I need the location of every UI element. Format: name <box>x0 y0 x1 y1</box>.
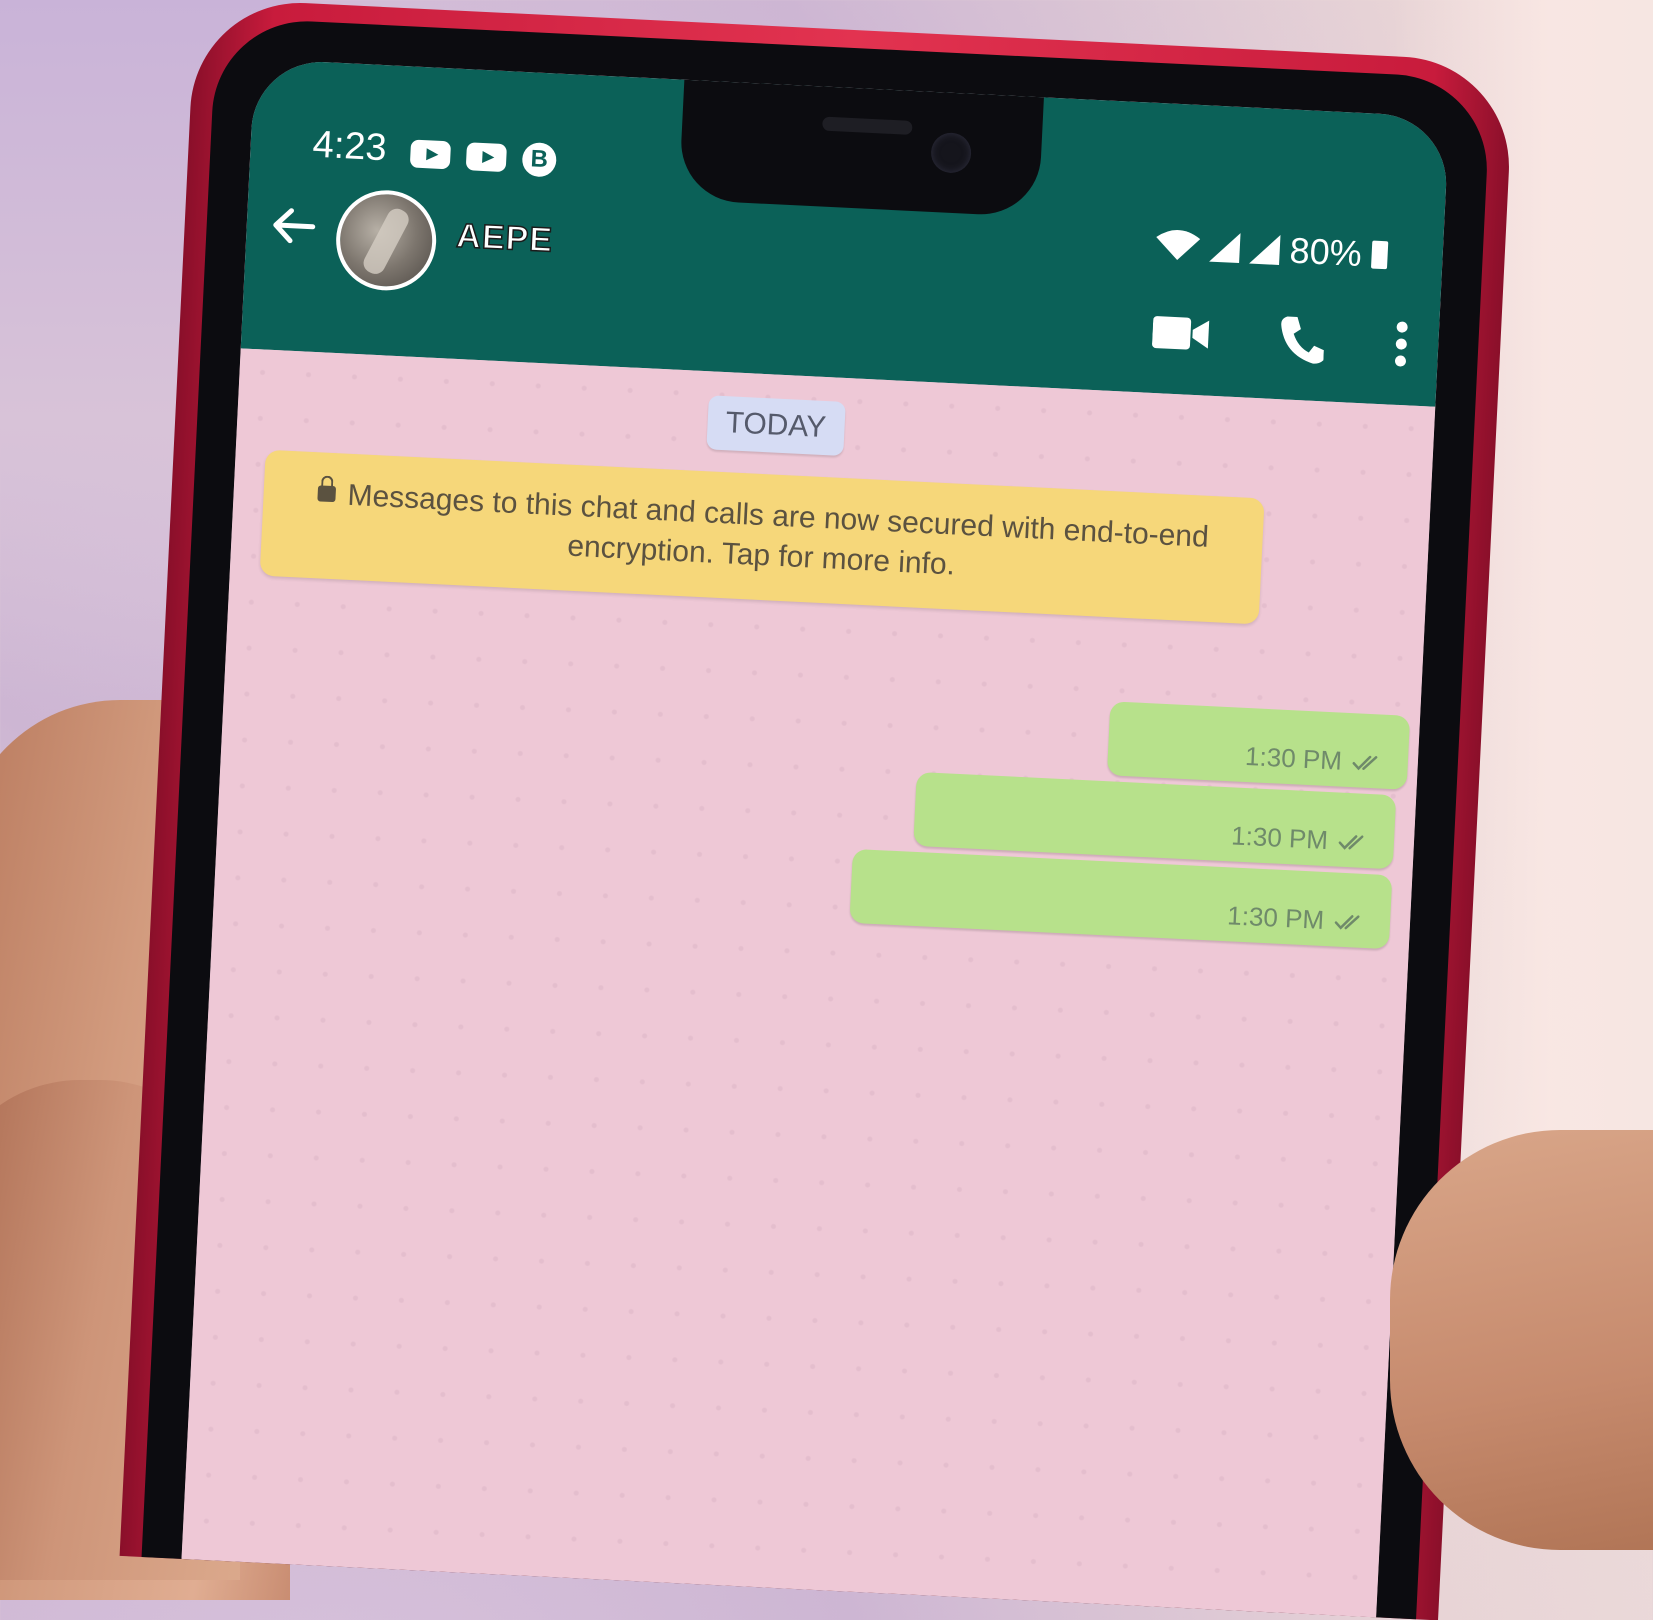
lock-icon <box>317 485 337 503</box>
date-separator: TODAY <box>706 395 846 456</box>
battery-percentage: 80% <box>1288 229 1363 274</box>
phone-screen: 4:23 B 80% AEPE TODAY Messages to this c… <box>181 58 1450 1618</box>
status-left-icons: B <box>409 136 558 178</box>
youtube-icon <box>465 142 508 173</box>
signal-icon <box>1249 233 1281 265</box>
voice-call-icon[interactable] <box>1279 314 1326 369</box>
front-camera <box>930 131 973 174</box>
contact-avatar[interactable] <box>333 187 439 293</box>
avatar-figure <box>360 205 413 278</box>
chat-app-bar: 4:23 B 80% AEPE <box>240 58 1450 407</box>
status-time: 4:23 <box>311 123 388 170</box>
wifi-icon <box>1155 229 1201 261</box>
message-time: 1:30 PM <box>1226 900 1325 935</box>
b-app-icon: B <box>521 141 558 178</box>
signal-icon <box>1209 231 1241 264</box>
message-time: 1:30 PM <box>1244 740 1343 776</box>
earpiece-speaker <box>822 116 913 135</box>
encryption-notice[interactable]: Messages to this chat and calls are now … <box>259 449 1265 625</box>
outgoing-message[interactable]: 1:30 PM <box>1106 701 1411 790</box>
phone-frame: 4:23 B 80% AEPE TODAY Messages to this c… <box>119 0 1515 1620</box>
back-arrow-icon[interactable] <box>268 200 320 252</box>
message-time: 1:30 PM <box>1230 820 1329 856</box>
double-tick-icon <box>1352 755 1378 770</box>
message-meta: 1:30 PM <box>1244 741 1386 779</box>
battery-icon <box>1370 240 1389 270</box>
double-tick-icon <box>1338 834 1364 850</box>
more-menu-icon[interactable] <box>1393 321 1409 373</box>
contact-name[interactable]: AEPE <box>455 216 555 261</box>
message-meta: 1:30 PM <box>1230 820 1372 858</box>
status-right-icons: 80% <box>1155 223 1389 276</box>
encryption-notice-text: Messages to this chat and calls are now … <box>346 478 1210 582</box>
camera-notch <box>678 79 1044 218</box>
video-call-icon[interactable] <box>1151 314 1211 358</box>
double-tick-icon <box>1334 914 1360 930</box>
chat-message-area[interactable]: TODAY Messages to this chat and calls ar… <box>181 348 1436 1618</box>
youtube-icon <box>409 139 452 170</box>
right-thumb <box>1390 1130 1653 1550</box>
app-bar-actions <box>1151 308 1409 373</box>
phone-bezel: 4:23 B 80% AEPE TODAY Messages to this c… <box>141 16 1492 1620</box>
message-meta: 1:30 PM <box>1227 900 1369 938</box>
